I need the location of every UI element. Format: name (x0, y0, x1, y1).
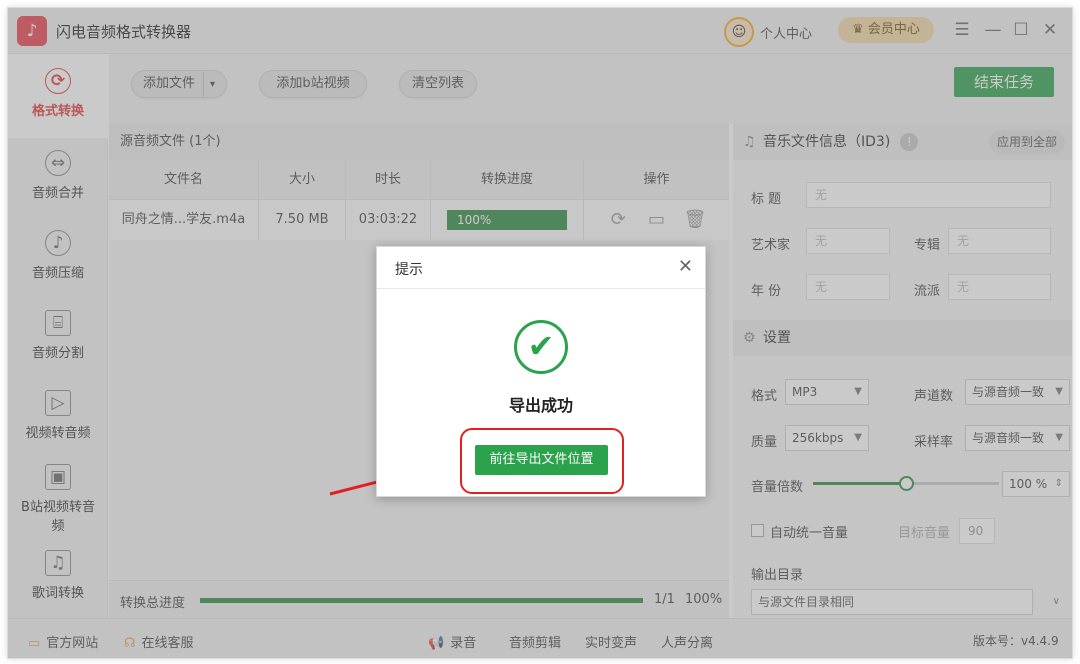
export-success-dialog: 提示 ✕ ✔ 导出成功 前往导出文件位置 (376, 246, 706, 497)
dialog-header: 提示 ✕ (377, 247, 705, 289)
close-icon[interactable]: ✕ (678, 256, 693, 277)
app-window: ♪ 闪电音频格式转换器 ☺ 个人中心 ♛ 会员中心 ☰ — ☐ ✕ ⟳ 格式转换… (7, 7, 1073, 659)
goto-export-location-button[interactable]: 前往导出文件位置 (475, 445, 608, 475)
checkmark-icon: ✔ (514, 320, 568, 374)
dialog-title: 提示 (395, 262, 423, 278)
dialog-message: 导出成功 (508, 396, 573, 415)
